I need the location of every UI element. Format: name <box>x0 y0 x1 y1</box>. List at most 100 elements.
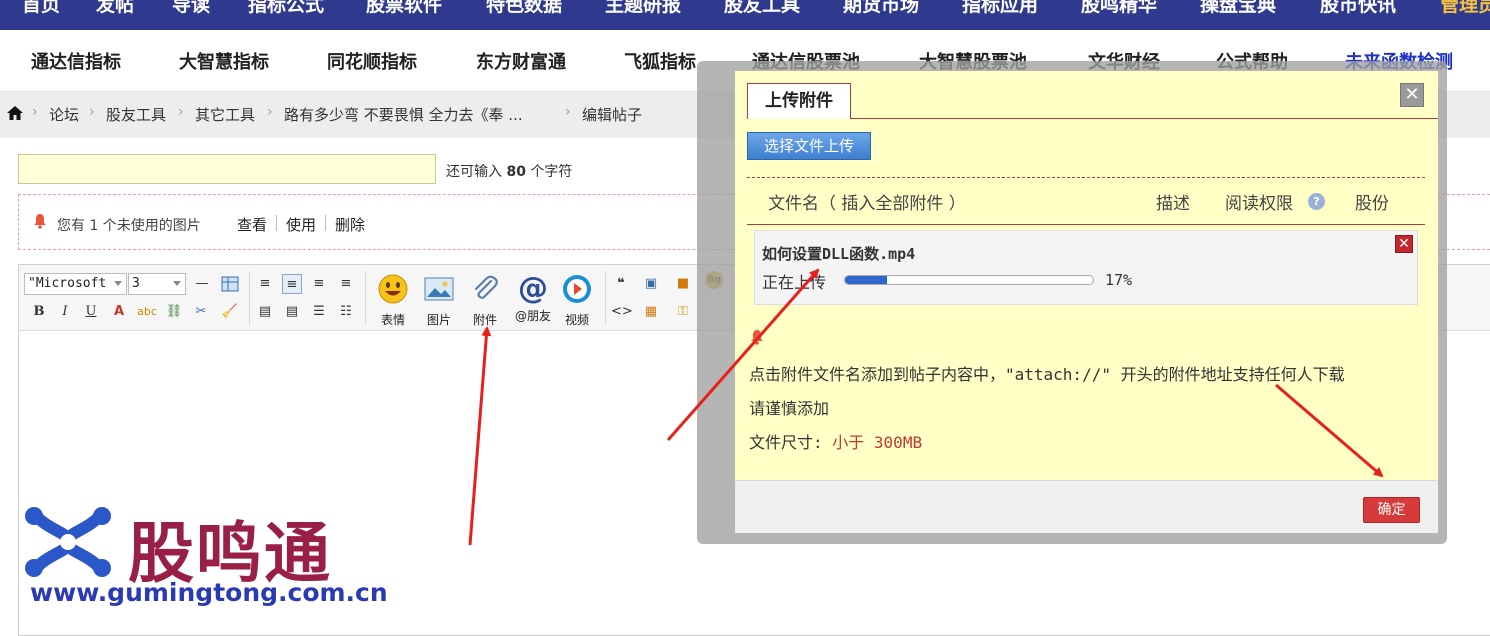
font-color-icon[interactable]: A <box>109 302 129 322</box>
sub-nav-feihu[interactable]: 飞狐指标 <box>624 48 696 74</box>
delete-file-icon[interactable]: ✕ <box>1395 235 1413 253</box>
ordered-list-icon[interactable]: ☰ <box>309 302 329 322</box>
breadcrumb-separator: › <box>32 104 38 120</box>
top-nav-software[interactable]: 股票软件 <box>366 0 442 17</box>
float-left-icon[interactable]: ▤ <box>255 302 275 322</box>
unlink-icon[interactable]: ✂ <box>191 302 211 322</box>
font-size-select[interactable]: 3 <box>128 273 186 295</box>
upload-progress-fill <box>845 276 888 284</box>
free-content-icon[interactable]: ▦ <box>641 302 661 322</box>
mention-label: @朋友 <box>514 309 551 323</box>
align-right-icon[interactable]: ≡ <box>336 274 356 294</box>
breadcrumb-other-tools[interactable]: 其它工具 <box>195 104 255 125</box>
top-nav: 首页 发帖 导读 指标公式 股票软件 特色数据 主题研报 股友工具 期货市场 指… <box>0 0 1490 30</box>
clear-format-icon[interactable]: 🧹 <box>220 302 240 322</box>
bell-icon <box>751 330 763 345</box>
underline-icon[interactable]: U <box>81 302 101 322</box>
breadcrumb-tools[interactable]: 股友工具 <box>106 104 166 125</box>
code-icon[interactable]: <> <box>611 302 633 322</box>
upload-percent: 17% <box>1105 271 1133 289</box>
flash-icon[interactable]: ■ <box>673 274 693 294</box>
notice-use-link[interactable]: 使用 <box>286 214 316 235</box>
paperclip-icon <box>474 275 498 299</box>
top-nav-apps[interactable]: 指标应用 <box>962 0 1038 17</box>
top-nav-admin[interactable]: 管理员 <box>1440 0 1490 17</box>
sub-nav-eastmoney[interactable]: 东方财富通 <box>476 48 566 74</box>
notice-delete-link[interactable]: 删除 <box>335 214 365 235</box>
align-center-icon[interactable]: ≡ <box>309 274 329 294</box>
image-label: 图片 <box>426 313 451 327</box>
file-name[interactable]: 如何设置DLL函数.mp4 <box>762 243 915 264</box>
toolbar-divider <box>365 271 366 325</box>
column-description: 描述 <box>1156 194 1190 214</box>
top-nav-handbook[interactable]: 操盘宝典 <box>1200 0 1276 17</box>
italic-icon[interactable]: I <box>55 302 75 322</box>
file-size-info: 文件尺寸: 小于 300MB <box>749 429 922 453</box>
attach-hint-line2: 请谨慎添加 <box>749 399 830 418</box>
top-nav-post[interactable]: 发帖 <box>96 0 134 17</box>
sub-nav-dzh[interactable]: 大智慧指标 <box>179 48 269 74</box>
dialog-footer: 确定 <box>735 480 1438 533</box>
link-icon[interactable]: ⛓ <box>164 302 184 322</box>
spellcheck-icon[interactable]: abc <box>137 302 157 322</box>
chevron-down-icon <box>114 281 122 286</box>
remaining-count: 80 <box>506 164 526 180</box>
chevron-down-icon <box>173 281 181 286</box>
column-filename[interactable]: 文件名（ 插入全部附件 ） <box>768 189 966 214</box>
top-nav-reports[interactable]: 主题研报 <box>605 0 681 17</box>
bold-icon[interactable]: B <box>29 302 49 322</box>
help-icon[interactable]: ? <box>1308 193 1325 210</box>
choose-file-button[interactable]: 选择文件上传 <box>747 132 871 160</box>
top-nav-futures[interactable]: 期货市场 <box>843 0 919 17</box>
breadcrumb-forum[interactable]: 论坛 <box>49 104 79 125</box>
top-nav-tools[interactable]: 股友工具 <box>724 0 800 17</box>
divider <box>276 215 277 231</box>
file-size-label: 文件尺寸: <box>749 433 823 452</box>
file-size-limit: 小于 300MB <box>832 433 923 452</box>
top-nav-guide[interactable]: 导读 <box>172 0 210 17</box>
top-nav-home[interactable]: 首页 <box>22 0 60 17</box>
sub-nav-ths[interactable]: 同花顺指标 <box>327 48 417 74</box>
mention-button[interactable]: @ @朋友 <box>513 273 553 324</box>
top-nav-data[interactable]: 特色数据 <box>486 0 562 17</box>
home-icon[interactable] <box>6 104 24 122</box>
video-icon <box>563 275 591 303</box>
video-button[interactable]: 视频 <box>559 273 595 328</box>
attach-hint-line1: 点击附件文件名添加到帖子内容中，"attach://" 开头的附件地址支持任何人… <box>749 365 1345 384</box>
upload-attachment-dialog: 上传附件 ✕ 选择文件上传 文件名（ 插入全部附件 ） 描述 阅读权限 ? 股份… <box>735 71 1438 533</box>
title-input[interactable] <box>18 154 436 184</box>
divider <box>747 177 1425 178</box>
close-icon[interactable]: ✕ <box>1400 83 1424 107</box>
table-icon[interactable] <box>220 274 240 294</box>
emoji-button[interactable]: 表情 <box>375 273 411 328</box>
breadcrumb-thread[interactable]: 路有多少弯 不要畏惧 全力去《奉 ... <box>284 104 523 125</box>
logo-mark-icon <box>25 507 111 577</box>
breadcrumb-separator: › <box>178 104 184 120</box>
attachment-button[interactable]: 附件 <box>467 273 503 328</box>
horizontal-rule-icon[interactable]: — <box>192 274 212 294</box>
quote-icon[interactable]: ❝ <box>611 274 631 294</box>
at-icon: @ <box>518 271 548 306</box>
top-nav-essence[interactable]: 股鸣精华 <box>1081 0 1157 17</box>
divider <box>747 224 1425 225</box>
font-family-select[interactable]: "Microsoft <box>24 273 127 295</box>
password-key-icon[interactable]: ⚿ <box>673 302 693 322</box>
emoji-label: 表情 <box>380 313 405 327</box>
toolbar-divider <box>605 271 606 325</box>
image-button[interactable]: 图片 <box>421 273 457 328</box>
notice-text: 您有 1 个未使用的图片 <box>57 218 201 234</box>
tab-upload-attachment[interactable]: 上传附件 <box>747 83 851 119</box>
confirm-button[interactable]: 确定 <box>1363 497 1420 523</box>
unordered-list-icon[interactable]: ☷ <box>336 302 356 322</box>
upload-file-row: 如何设置DLL函数.mp4 正在上传 17% ✕ <box>754 230 1418 305</box>
notice-view-link[interactable]: 查看 <box>237 214 267 235</box>
align-justify-icon[interactable]: ≡ <box>282 274 302 294</box>
toolbar-divider <box>249 271 250 325</box>
sub-nav-tdx[interactable]: 通达信指标 <box>31 48 121 74</box>
paste-word-icon[interactable]: ▣ <box>641 274 661 294</box>
align-left-icon[interactable]: ≡ <box>255 274 275 294</box>
top-nav-news[interactable]: 股市快讯 <box>1320 0 1396 17</box>
float-right-icon[interactable]: ▤ <box>282 302 302 322</box>
top-nav-formula[interactable]: 指标公式 <box>248 0 324 17</box>
picture-icon <box>424 277 454 301</box>
